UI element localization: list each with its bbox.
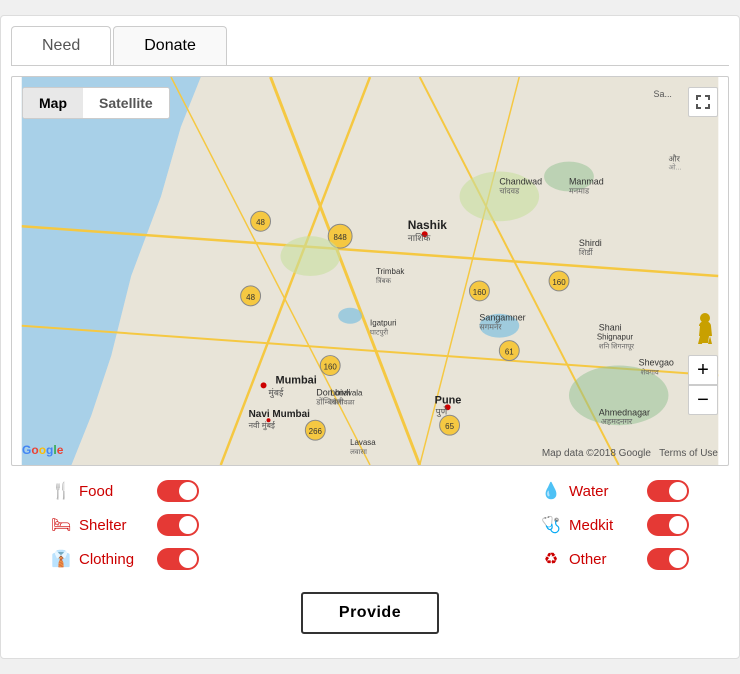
street-view-icon[interactable] xyxy=(694,312,716,355)
map-view-controls: Map Satellite xyxy=(22,87,170,119)
clothing-label: Clothing xyxy=(79,551,149,568)
svg-text:शिर्डी: शिर्डी xyxy=(579,247,594,257)
svg-text:मनमाड: मनमाड xyxy=(569,186,590,195)
water-toggle[interactable] xyxy=(647,480,689,502)
svg-text:चांदवड: चांदवड xyxy=(499,186,520,195)
svg-text:Mumbai: Mumbai xyxy=(275,374,316,386)
tab-need[interactable]: Need xyxy=(11,26,111,65)
svg-text:नाशिक: नाशिक xyxy=(408,232,431,243)
right-toggles: 💧 Water 🩺 Medkit ♻ Other xyxy=(541,480,689,570)
svg-text:पुणे: पुणे xyxy=(436,405,448,417)
tab-donate[interactable]: Donate xyxy=(113,26,227,65)
medkit-label: Medkit xyxy=(569,517,639,534)
svg-text:सगमनेर: सगमनेर xyxy=(479,322,502,332)
svg-text:48: 48 xyxy=(246,293,255,302)
shelter-toggle[interactable] xyxy=(157,514,199,536)
map-container: Map Satellite + − xyxy=(11,76,729,466)
water-toggle-item: 💧 Water xyxy=(541,480,689,502)
fullscreen-button[interactable] xyxy=(688,87,718,117)
svg-text:डोंम्बिवली: डोंम्बिवली xyxy=(315,396,344,406)
svg-text:Lavasa: Lavasa xyxy=(350,438,376,447)
svg-text:160: 160 xyxy=(552,278,566,287)
other-toggle-item: ♻ Other xyxy=(541,548,689,570)
svg-text:शनि शिगनापूर: शनि शिगनापूर xyxy=(599,342,634,351)
map-copyright: Map data ©2018 Google Terms of Use xyxy=(542,448,718,459)
svg-text:160: 160 xyxy=(473,288,487,297)
svg-text:नवी मुंबई: नवी मुंबई xyxy=(249,420,276,431)
svg-text:Ahmednagar: Ahmednagar xyxy=(599,407,650,417)
map-view-button[interactable]: Map xyxy=(23,88,83,118)
other-toggle[interactable] xyxy=(647,548,689,570)
map-image: 48 160 48 266 65 160 160 61 848 xyxy=(12,77,728,465)
svg-text:48: 48 xyxy=(256,218,265,227)
svg-text:लवासा: लवासा xyxy=(350,449,367,456)
svg-text:Shirdi: Shirdi xyxy=(579,238,602,248)
svg-text:61: 61 xyxy=(505,348,514,357)
clothing-toggle[interactable] xyxy=(157,548,199,570)
water-icon: 💧 xyxy=(541,481,561,501)
zoom-out-button[interactable]: − xyxy=(688,385,718,415)
zoom-controls: + − xyxy=(688,355,718,415)
svg-text:848: 848 xyxy=(334,233,348,242)
water-label: Water xyxy=(569,483,639,500)
svg-text:Pune: Pune xyxy=(435,394,462,406)
medkit-icon: 🩺 xyxy=(541,515,561,535)
svg-text:शेवगाव: शेवगाव xyxy=(641,367,659,376)
svg-text:Sa...: Sa... xyxy=(654,89,672,99)
shelter-toggle-item: 🛏 Shelter xyxy=(51,514,199,536)
svg-text:160: 160 xyxy=(324,362,338,371)
left-toggles: 🍴 Food 🛏 Shelter 👔 Clothing xyxy=(51,480,199,570)
food-toggle-item: 🍴 Food xyxy=(51,480,199,502)
svg-text:Dombivli: Dombivli xyxy=(316,387,350,397)
food-label: Food xyxy=(79,483,149,500)
svg-text:Chandwad: Chandwad xyxy=(499,176,542,186)
svg-text:Shignapur: Shignapur xyxy=(597,333,634,342)
svg-text:अहमदनगर: अहमदनगर xyxy=(601,417,633,426)
clothing-toggle-item: 👔 Clothing xyxy=(51,548,199,570)
svg-text:65: 65 xyxy=(445,422,454,431)
svg-text:Navi Mumbai: Navi Mumbai xyxy=(249,409,311,420)
svg-text:Trimbak: Trimbak xyxy=(376,267,404,276)
satellite-view-button[interactable]: Satellite xyxy=(83,88,169,118)
google-logo: Google xyxy=(22,443,63,457)
medkit-toggle[interactable] xyxy=(647,514,689,536)
svg-text:मुंबई: मुंबई xyxy=(269,386,285,398)
provide-button[interactable]: Provide xyxy=(301,592,439,634)
medkit-toggle-item: 🩺 Medkit xyxy=(541,514,689,536)
shelter-label: Shelter xyxy=(79,517,149,534)
svg-text:266: 266 xyxy=(309,427,323,436)
svg-text:त्रिंबक: त्रिंबक xyxy=(376,276,392,285)
food-icon: 🍴 xyxy=(51,481,71,501)
svg-text:Igatpuri: Igatpuri xyxy=(370,319,397,328)
svg-text:Manmad: Manmad xyxy=(569,176,604,186)
svg-text:और: और xyxy=(668,154,680,164)
svg-text:ओ...: ओ... xyxy=(668,163,681,172)
main-container: Need Donate Map Satellite + xyxy=(0,15,740,659)
svg-text:घाटपुरी: घाटपुरी xyxy=(370,328,388,337)
other-label: Other xyxy=(569,551,639,568)
svg-text:Nashik: Nashik xyxy=(408,218,447,232)
tab-bar: Need Donate xyxy=(11,26,729,66)
clothing-icon: 👔 xyxy=(51,549,71,569)
zoom-in-button[interactable]: + xyxy=(688,355,718,385)
toggles-section: 🍴 Food 🛏 Shelter 👔 Clothing xyxy=(11,466,729,584)
food-toggle[interactable] xyxy=(157,480,199,502)
svg-text:Shevgao: Shevgao xyxy=(639,358,674,368)
shelter-icon: 🛏 xyxy=(51,515,71,535)
svg-text:Shani: Shani xyxy=(599,323,622,333)
provide-section: Provide xyxy=(11,584,729,648)
other-icon: ♻ xyxy=(541,549,561,569)
svg-text:Sangamner: Sangamner xyxy=(479,313,525,323)
